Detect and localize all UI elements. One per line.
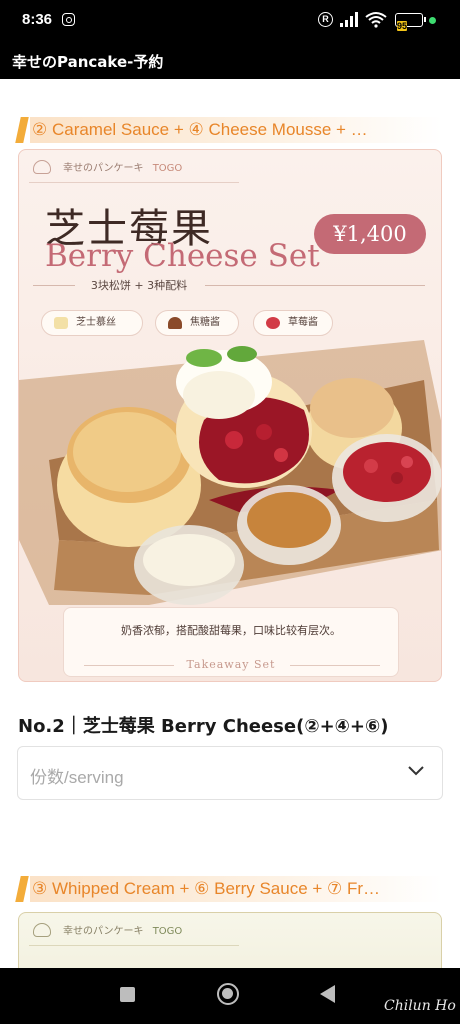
section-header-text: ② Caramel Sauce + ④ Cheese Mousse + … <box>32 120 368 139</box>
nav-bar: Chilun Ho <box>0 968 460 1024</box>
brand-tag: TOGO <box>152 163 183 174</box>
brand-label: 幸せのパンケーキ TOGO <box>29 158 182 180</box>
brand-name: 幸せのパンケーキ <box>63 926 144 937</box>
cloud-icon <box>33 923 51 937</box>
watermark: Chilun Ho <box>384 998 456 1014</box>
description-card: 奶香浓郁，搭配酸甜莓果，口味比较有层次。 Takeaway Set <box>63 607 399 677</box>
brand-name: 幸せのパンケーキ <box>63 163 144 174</box>
section-header-text: ③ Whipped Cream + ⑥ Berry Sauce + ⑦ Fr… <box>32 879 381 898</box>
signal-icon <box>340 12 358 27</box>
caramel-icon <box>168 317 182 329</box>
wifi-icon <box>365 12 387 28</box>
description-text: 奶香浓郁，搭配酸甜莓果，口味比较有层次。 <box>121 624 341 637</box>
brand-label: 幸せのパンケーキ TOGO <box>29 921 182 943</box>
section-header: ② Caramel Sauce + ④ Cheese Mousse + … <box>15 115 442 145</box>
poster-title-en: Berry Cheese Set <box>45 238 320 274</box>
battery-icon: 95 <box>395 13 426 31</box>
topping-chip: 草莓酱 <box>253 310 333 336</box>
home-button[interactable] <box>217 983 239 1005</box>
section-header: ③ Whipped Cream + ⑥ Berry Sauce + ⑦ Fr… <box>15 874 442 904</box>
chevron-down-icon <box>408 766 424 776</box>
green-dot-icon <box>429 17 436 24</box>
app-title: 幸せのPancake-予約 <box>12 53 164 71</box>
status-bar: 8:36 R 95 <box>0 0 460 40</box>
r-circle-icon: R <box>318 12 333 27</box>
pancake-illustration <box>19 340 441 605</box>
brand-tag: TOGO <box>152 926 183 937</box>
serving-select[interactable]: 份数/serving <box>17 746 443 800</box>
price-badge: ¥1,400 <box>314 214 426 254</box>
recent-apps-button[interactable] <box>120 987 135 1002</box>
back-button[interactable] <box>320 985 335 1003</box>
product-image[interactable]: 幸せのパンケーキ TOGO 芝士莓果 Berry Cheese Set ¥1,4… <box>18 149 442 682</box>
cloud-icon <box>33 160 51 174</box>
serving-select-placeholder: 份数/serving <box>30 768 124 787</box>
product-title: No.2｜芝士莓果 Berry Cheese(②+④+⑥) <box>18 716 389 737</box>
app-bar: 幸せのPancake-予約 <box>0 40 460 79</box>
topping-chip: 芝士慕丝 <box>41 310 143 336</box>
screen: 8:36 R 95 幸せのPancake-予約 ② Caramel Sauce … <box>0 0 460 1024</box>
topping-chip: 焦糖酱 <box>155 310 239 336</box>
instagram-icon <box>62 13 75 26</box>
strawberry-icon <box>266 317 280 329</box>
battery-level: 95 <box>397 21 408 31</box>
status-time: 8:36 <box>22 11 53 28</box>
cheese-icon <box>54 317 68 329</box>
